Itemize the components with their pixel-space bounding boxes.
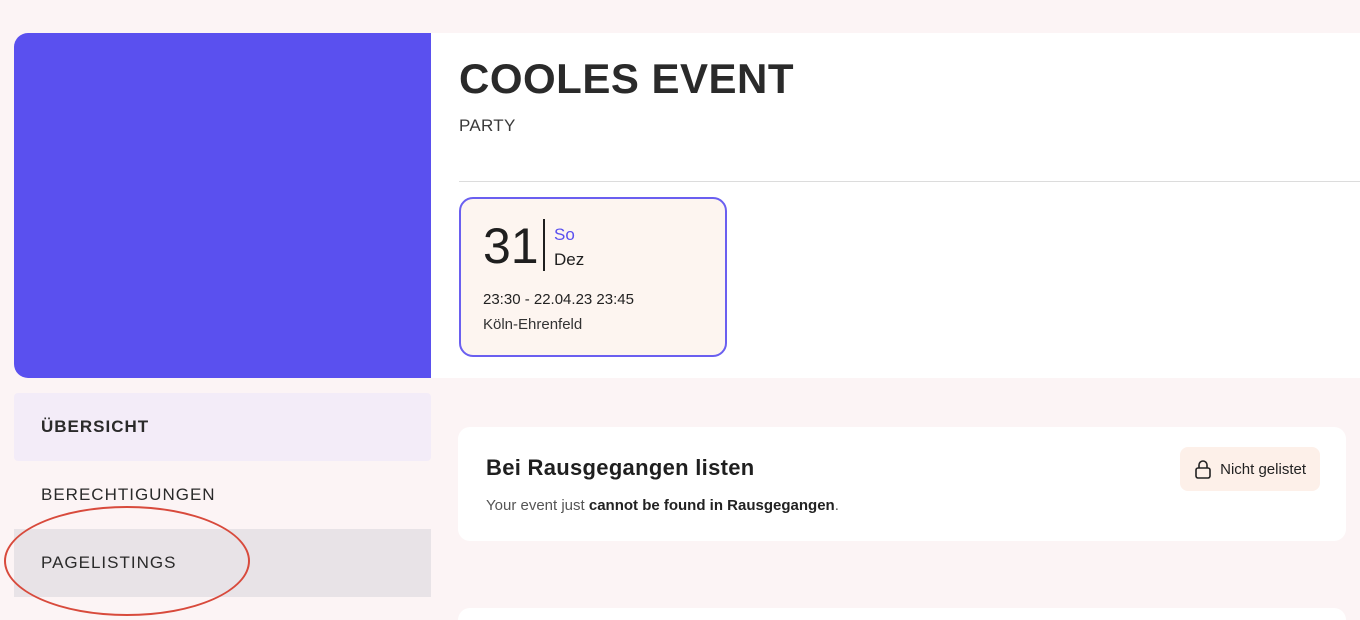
- event-date-card[interactable]: 31 So Dez 23:30 - 22.04.23 23:45 Köln-Eh…: [459, 197, 727, 357]
- event-category: PARTY: [459, 116, 516, 135]
- nav-item-permissions[interactable]: BERECHTIGUNGEN: [14, 461, 431, 529]
- event-time-range: 23:30 - 22.04.23 23:45: [483, 291, 634, 308]
- listing-title: Bei Rausgegangen listen: [486, 455, 755, 480]
- listing-desc-suffix: .: [834, 497, 839, 514]
- event-day-number: 31: [483, 218, 539, 274]
- header-divider: [459, 181, 1360, 182]
- event-page: COOLES EVENT PARTY 31 So Dez 23:30 - 22.…: [0, 0, 1360, 620]
- event-month: Dez: [554, 250, 585, 269]
- listing-description: Your event just cannot be found in Rausg…: [486, 497, 839, 514]
- date-separator: [543, 219, 545, 271]
- listing-card: Bei Rausgegangen listen Your event just …: [458, 427, 1346, 541]
- nav-item-overview[interactable]: ÜBERSICHT: [14, 393, 431, 461]
- event-title: COOLES EVENT: [459, 55, 795, 102]
- event-banner-image: [14, 33, 454, 378]
- event-weekday: So: [554, 225, 575, 244]
- event-location: Köln-Ehrenfeld: [483, 316, 583, 333]
- lock-icon: [1195, 460, 1211, 479]
- listing-status-badge[interactable]: Nicht gelistet: [1180, 447, 1320, 491]
- listing-status-label: Nicht gelistet: [1220, 460, 1306, 478]
- event-nav: ÜBERSICHT BERECHTIGUNGEN PAGELISTINGS: [14, 393, 431, 597]
- nav-item-pagelistings[interactable]: PAGELISTINGS: [14, 529, 431, 597]
- listing-desc-prefix: Your event just: [486, 497, 589, 514]
- next-section-card: [458, 608, 1346, 620]
- listing-desc-emphasis: cannot be found in Rausgegangen: [588, 497, 835, 514]
- event-header: COOLES EVENT PARTY 31 So Dez 23:30 - 22.…: [431, 33, 1360, 378]
